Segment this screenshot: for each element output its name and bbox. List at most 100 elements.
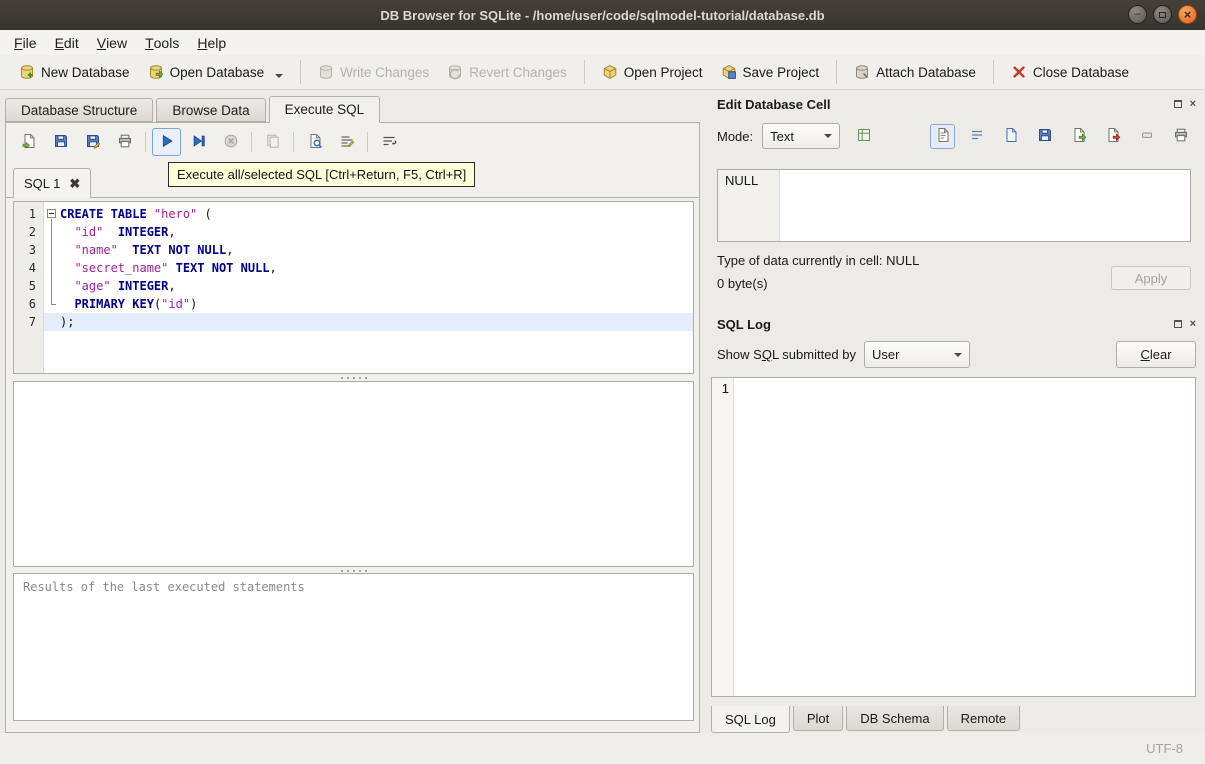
tooltip: Execute all/selected SQL [Ctrl+Return, F… xyxy=(168,162,476,187)
new-database-button[interactable]: New Database xyxy=(10,60,139,84)
revert-changes-button: Revert Changes xyxy=(438,60,576,84)
sql-log-title: SQL Log xyxy=(717,316,771,332)
execute-all-icon xyxy=(159,133,175,152)
open-project-button[interactable]: Open Project xyxy=(593,60,712,84)
log-line-number: 1 xyxy=(712,378,734,696)
print-button[interactable] xyxy=(110,128,139,156)
toolbar-separator xyxy=(836,60,838,84)
log-filter-select[interactable]: User xyxy=(864,341,970,368)
open-database-icon xyxy=(148,64,164,80)
tab-database-structure[interactable]: Database Structure xyxy=(5,98,154,122)
menu-help[interactable]: Help xyxy=(188,30,235,55)
format-sql-button[interactable] xyxy=(332,128,361,156)
save-project-button[interactable]: Save Project xyxy=(712,60,829,84)
dock-tab-db-schema[interactable]: DB Schema xyxy=(846,706,944,731)
import-button[interactable] xyxy=(1066,124,1091,149)
menu-bar: File Edit View Tools Help xyxy=(0,30,1205,55)
word-wrap-button[interactable] xyxy=(374,128,403,156)
results-grid[interactable] xyxy=(13,381,694,567)
close-icon[interactable]: × xyxy=(1178,5,1197,24)
code-line-4[interactable]: 4 "secret_name" TEXT NOT NULL, xyxy=(14,259,693,277)
save-file-button[interactable] xyxy=(1032,124,1057,149)
sql1-tab[interactable]: SQL 1 ✖ xyxy=(13,168,92,198)
open-database-label: Open Database xyxy=(169,64,265,80)
sql-editor[interactable]: 1 CREATE TABLE "hero" (2 "id" INTEGER, 3 "… xyxy=(13,201,694,374)
maximize-icon[interactable] xyxy=(1153,5,1172,24)
code-line-5[interactable]: 5 "age" INTEGER, xyxy=(14,277,693,295)
close-icon[interactable]: × xyxy=(1190,98,1196,110)
tab-close-icon[interactable]: ✖ xyxy=(69,176,80,192)
line-number: 1 xyxy=(28,207,36,221)
format-sql-icon xyxy=(339,133,355,152)
open-sql-file-icon xyxy=(21,133,37,152)
toolbar-separator xyxy=(583,60,585,84)
menu-file[interactable]: File xyxy=(5,30,46,55)
set-null-button[interactable] xyxy=(1134,124,1159,149)
open-sql-file-button[interactable] xyxy=(14,128,43,156)
sql-log-area[interactable]: 1 xyxy=(711,377,1196,697)
write-changes-label: Write Changes xyxy=(340,64,430,80)
dropdown-caret-icon[interactable] xyxy=(275,74,284,78)
word-wrap-icon xyxy=(381,133,397,152)
save-sql-file-button[interactable] xyxy=(46,128,75,156)
code-line-2[interactable]: 2 "id" INTEGER, xyxy=(14,223,693,241)
menu-edit[interactable]: Edit xyxy=(46,30,88,55)
close-icon[interactable]: × xyxy=(1190,318,1196,330)
clear-button[interactable]: Clear xyxy=(1116,341,1196,368)
open-database-button[interactable]: Open Database xyxy=(139,60,293,84)
open-project-label: Open Project xyxy=(623,64,703,80)
open-file-button[interactable] xyxy=(998,124,1023,149)
write-changes-button: Write Changes xyxy=(309,60,438,84)
save-sql-file-icon xyxy=(53,133,69,152)
menu-view[interactable]: View xyxy=(88,30,136,55)
wrap-lines-button[interactable] xyxy=(964,124,989,149)
menu-tools[interactable]: Tools xyxy=(136,30,188,55)
attach-database-button[interactable]: Attach Database xyxy=(845,60,985,84)
revert-changes-icon xyxy=(447,64,463,80)
mode-select[interactable]: Text xyxy=(762,123,841,149)
code-line-1[interactable]: 1 CREATE TABLE "hero" ( xyxy=(14,205,693,223)
dock-tab-sql-log[interactable]: SQL Log xyxy=(711,706,790,733)
auto-mode-button[interactable] xyxy=(849,123,879,149)
cell-editor[interactable]: NULL xyxy=(717,169,1191,242)
float-icon[interactable] xyxy=(1173,320,1182,328)
fold-toggle-icon[interactable] xyxy=(44,205,60,223)
wrap-lines-icon xyxy=(969,127,985,146)
dock-tab-remote[interactable]: Remote xyxy=(946,706,1021,731)
chevron-down-icon xyxy=(824,134,833,138)
minimize-icon[interactable]: – xyxy=(1128,5,1147,24)
dock-tab-plot[interactable]: Plot xyxy=(792,706,844,731)
code-line-7[interactable]: 7); xyxy=(14,313,693,331)
fold-guide xyxy=(44,277,60,295)
apply-button[interactable]: Apply xyxy=(1111,266,1191,290)
print-icon xyxy=(117,133,133,152)
save-sql-as-button[interactable] xyxy=(78,128,107,156)
close-database-label: Close Database xyxy=(1032,64,1129,80)
revert-changes-label: Revert Changes xyxy=(469,64,567,80)
line-number: 4 xyxy=(28,261,36,275)
float-icon[interactable] xyxy=(1173,100,1182,108)
fold-guide xyxy=(44,295,60,313)
close-database-button[interactable]: Close Database xyxy=(1002,60,1138,84)
status-bar: UTF-8 xyxy=(0,733,1205,764)
window-controls: – × xyxy=(1128,5,1197,24)
tab-browse-data[interactable]: Browse Data xyxy=(156,98,266,122)
export-button[interactable] xyxy=(1100,124,1125,149)
title-bar: DB Browser for SQLite - /home/user/code/… xyxy=(0,0,1205,30)
toolbar-separator xyxy=(300,60,302,84)
edit-cell-toolbar: Mode: Text xyxy=(717,123,1193,149)
chevron-down-icon xyxy=(954,352,962,357)
set-null-icon xyxy=(1139,127,1155,146)
code-line-3[interactable]: 3 "name" TEXT NOT NULL, xyxy=(14,241,693,259)
new-database-icon xyxy=(19,64,35,80)
edit-cell-header: Edit Database Cell × xyxy=(711,93,1199,115)
execute-all-button[interactable] xyxy=(152,128,181,156)
stop-icon xyxy=(223,133,239,152)
execute-line-button[interactable] xyxy=(184,128,213,156)
tab-execute-sql[interactable]: Execute SQL xyxy=(268,96,381,123)
sql-log-header: SQL Log × xyxy=(711,313,1199,335)
code-line-6[interactable]: 6 PRIMARY KEY("id") xyxy=(14,295,693,313)
text-mode-button[interactable] xyxy=(930,123,955,149)
print-button[interactable] xyxy=(1168,124,1193,149)
find-replace-button[interactable] xyxy=(300,128,329,156)
